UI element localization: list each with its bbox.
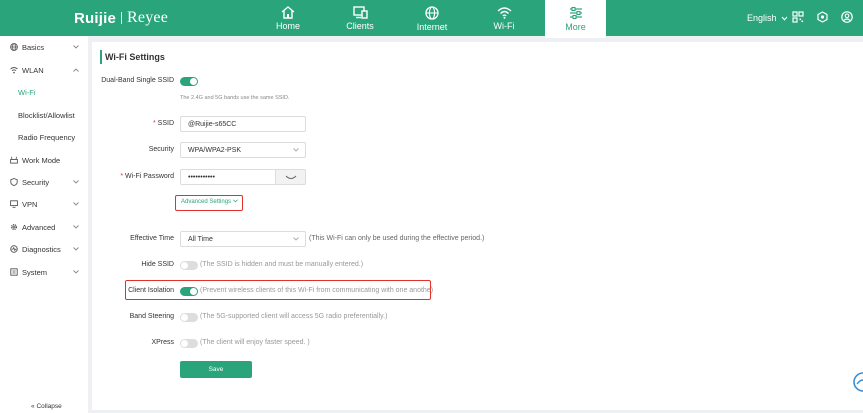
globe-icon <box>10 43 18 51</box>
gear-icon <box>10 223 18 231</box>
chevron-down-icon <box>73 225 79 229</box>
eye-closed-icon <box>285 175 297 179</box>
chevron-down-icon <box>781 16 788 21</box>
diagnostics-icon <box>10 245 18 253</box>
xpress-hint: (The client will enjoy faster speed. ) <box>200 339 310 346</box>
effective-time-hint: (This Wi-Fi can only be used during the … <box>309 235 485 242</box>
collapse-icon: « <box>31 403 35 410</box>
tab-clients[interactable]: Clients <box>322 0 398 36</box>
chevron-down-icon <box>293 148 299 152</box>
ssid-input[interactable]: @Ruijie-s65CC <box>180 116 306 132</box>
show-password-button[interactable] <box>276 169 306 185</box>
title-accent-bar <box>100 50 102 64</box>
ssid-label: * SSID <box>152 120 174 127</box>
sidebar-item-basics[interactable]: Basics <box>0 37 88 57</box>
security-label: Security <box>148 146 174 153</box>
vpn-icon <box>10 200 18 208</box>
sidebar-item-advanced[interactable]: Advanced <box>0 217 88 237</box>
page-title: Wi-Fi Settings <box>105 52 165 62</box>
sidebar-item-diagnostics[interactable]: Diagnostics <box>0 239 88 259</box>
chevron-down-icon <box>73 45 79 49</box>
band-steering-label: Band Steering <box>129 313 174 320</box>
dual-band-label: Dual-Band Single SSID <box>101 77 174 84</box>
xpress-label: XPress <box>151 339 174 346</box>
qr-code-icon[interactable] <box>792 11 804 23</box>
chevron-down-icon <box>293 237 299 241</box>
client-isolation-toggle[interactable] <box>180 287 198 296</box>
effective-time-select[interactable]: All Time <box>180 231 306 247</box>
client-isolation-label: Client Isolation <box>128 287 174 294</box>
wifi-icon <box>497 7 511 19</box>
dual-band-toggle[interactable] <box>180 77 198 86</box>
tab-internet[interactable]: Internet <box>394 0 470 36</box>
logo: Ruijie Reyee <box>74 9 168 27</box>
tab-more[interactable]: More <box>545 0 606 38</box>
chevron-down-icon <box>232 199 238 203</box>
router-icon <box>10 156 18 164</box>
hide-ssid-hint: (The SSID is hidden and must be manually… <box>200 261 364 268</box>
band-steering-hint: (The 5G-supported client will access 5G … <box>200 313 388 320</box>
advanced-settings-link[interactable]: Advanced Settings <box>181 199 238 205</box>
language-selector[interactable]: English <box>747 13 788 23</box>
chevron-up-icon <box>73 68 79 72</box>
network-icon[interactable] <box>817 11 828 23</box>
top-bar: Ruijie Reyee Home Clients Internet Wi-Fi… <box>0 0 863 38</box>
sliders-icon <box>569 6 582 20</box>
chevron-down-icon <box>73 247 79 251</box>
sidebar-item-radio-frequency[interactable]: Radio Frequency <box>0 127 88 147</box>
xpress-toggle[interactable] <box>180 339 198 348</box>
sidebar-item-vpn[interactable]: VPN <box>0 194 88 214</box>
system-icon <box>10 268 18 276</box>
client-isolation-hint: (Prevent wireless clients of this Wi-Fi … <box>200 287 434 294</box>
password-label: * Wi-Fi Password <box>120 173 174 180</box>
tab-wifi[interactable]: Wi-Fi <box>466 0 542 36</box>
hide-ssid-label: Hide SSID <box>141 261 174 268</box>
wifi-icon <box>10 67 18 74</box>
user-icon[interactable] <box>841 11 853 23</box>
band-steering-toggle[interactable] <box>180 313 198 322</box>
chevron-down-icon <box>73 270 79 274</box>
shield-icon <box>10 178 18 186</box>
clients-icon <box>352 6 368 19</box>
chevron-down-icon <box>73 202 79 206</box>
home-icon <box>281 6 295 19</box>
collapse-button[interactable]: « Collapse <box>31 403 62 410</box>
chevron-down-icon <box>73 180 79 184</box>
sidebar-item-work-mode[interactable]: Work Mode <box>0 150 88 170</box>
hide-ssid-toggle[interactable] <box>180 261 198 270</box>
globe-icon <box>425 6 439 20</box>
password-input[interactable]: ••••••••••• <box>180 169 276 185</box>
dual-band-note: The 2.4G and 5G bands use the same SSID. <box>180 95 290 101</box>
security-select[interactable]: WPA/WPA2-PSK <box>180 142 306 158</box>
help-widget-icon[interactable] <box>853 372 863 392</box>
tab-home[interactable]: Home <box>250 0 326 36</box>
logo-reyee: Reyee <box>127 9 169 26</box>
save-button[interactable]: Save <box>180 361 252 378</box>
logo-ruijie: Ruijie <box>74 9 117 27</box>
effective-time-label: Effective Time <box>130 235 174 242</box>
sidebar-item-wifi[interactable]: Wi-Fi <box>0 82 88 102</box>
